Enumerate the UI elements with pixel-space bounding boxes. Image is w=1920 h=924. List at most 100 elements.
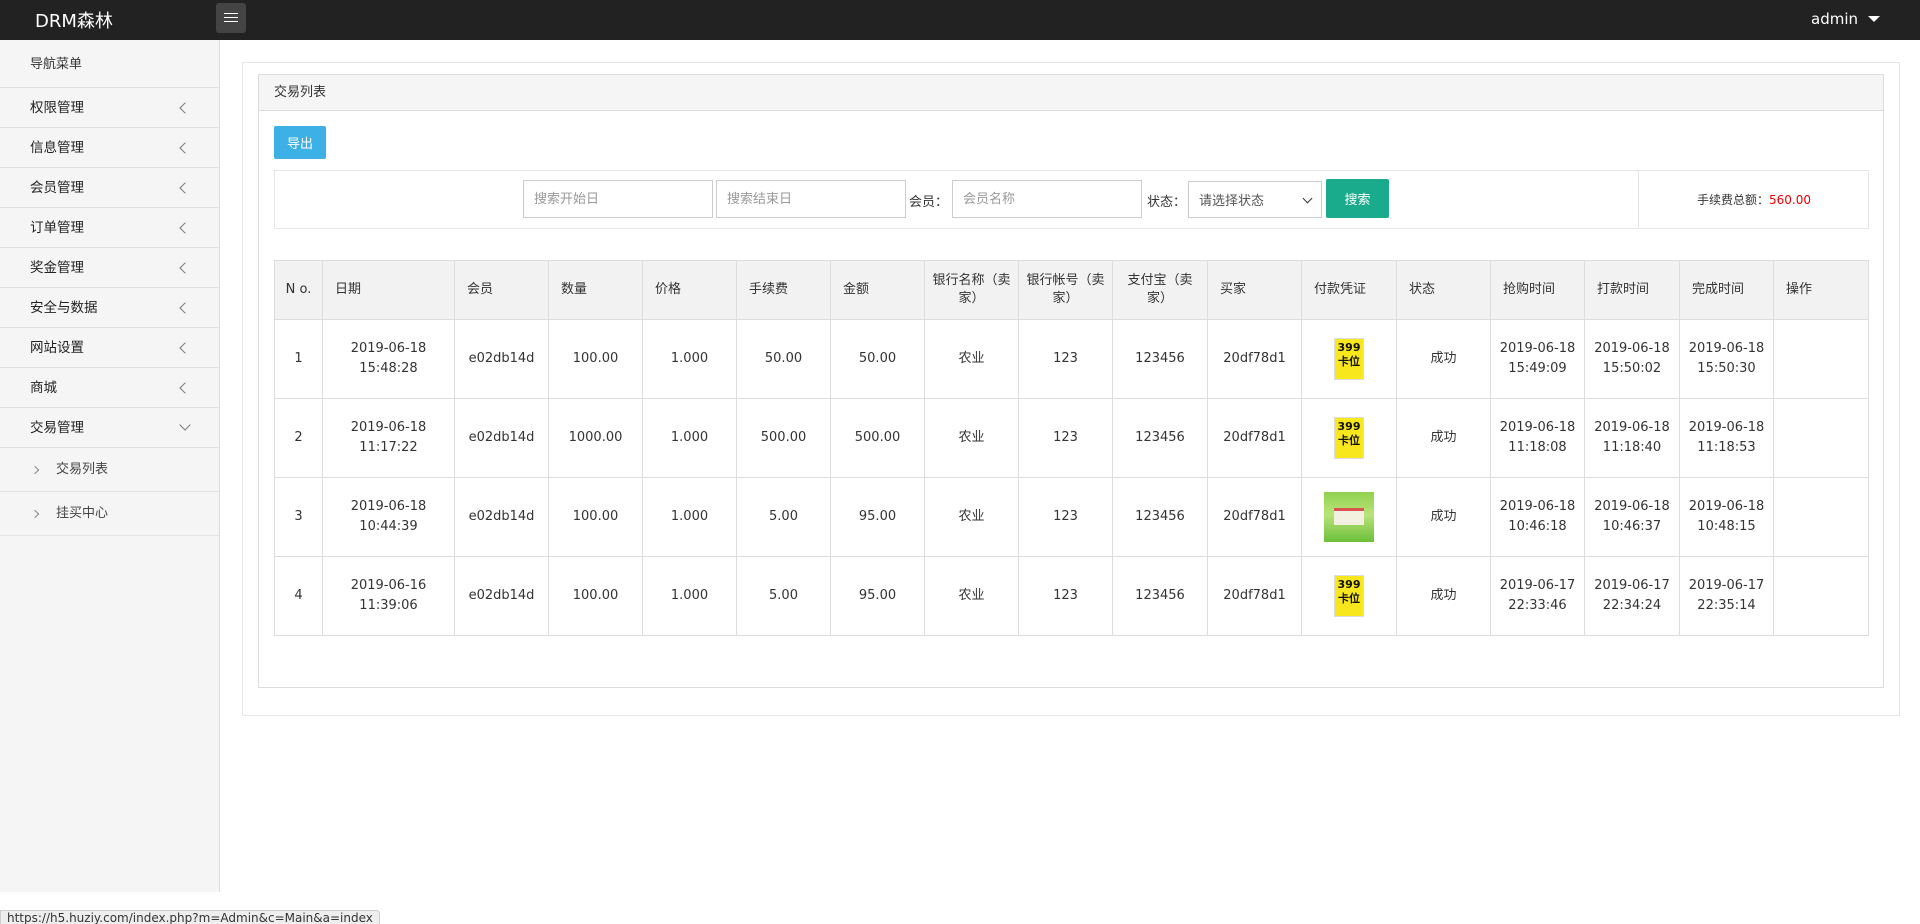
cell-amount: 95.00 bbox=[830, 477, 925, 557]
sidebar-item-shop[interactable]: 商城 bbox=[0, 368, 219, 408]
cell-alipay: 123456 bbox=[1112, 319, 1208, 399]
user-menu[interactable]: admin bbox=[1811, 10, 1880, 28]
cell-status: 成功 bbox=[1396, 556, 1491, 636]
cell-account: 123 bbox=[1018, 556, 1113, 636]
cell-quantity: 100.00 bbox=[548, 556, 643, 636]
brand-title[interactable]: DRM森林 bbox=[35, 7, 113, 33]
col-header-pay-time: 打款时间 bbox=[1584, 260, 1680, 320]
payment-voucher-image[interactable]: 399 卡位 bbox=[1334, 575, 1364, 617]
cell-no: 2 bbox=[274, 398, 323, 478]
cell-buyer: 20df78d1 bbox=[1207, 556, 1302, 636]
cell-quantity: 100.00 bbox=[548, 319, 643, 399]
col-header-grab-time: 抢购时间 bbox=[1490, 260, 1585, 320]
cell-actions bbox=[1773, 319, 1869, 399]
table-row: 1 2019-06-18 15:48:28 e02db14d 100.00 1.… bbox=[274, 319, 1869, 399]
sidebar-item-bonus[interactable]: 奖金管理 bbox=[0, 248, 219, 288]
table-header-row: N o. 日期 会员 数量 价格 手续费 金额 银行名称（卖家） 银行帐号（卖家… bbox=[274, 260, 1869, 320]
status-select-value: 请选择状态 bbox=[1199, 194, 1265, 209]
col-header-actions: 操作 bbox=[1773, 260, 1869, 320]
payment-voucher-image[interactable]: 399 卡位 bbox=[1334, 338, 1364, 380]
cell-fee: 5.00 bbox=[736, 556, 831, 636]
member-name-input[interactable] bbox=[952, 180, 1142, 218]
cell-account: 123 bbox=[1018, 477, 1113, 557]
end-date-input[interactable] bbox=[716, 180, 906, 218]
sidebar-item-members[interactable]: 会员管理 bbox=[0, 168, 219, 208]
sidebar-subitem-label: 挂买中心 bbox=[56, 506, 109, 521]
cell-buyer: 20df78d1 bbox=[1207, 319, 1302, 399]
sidebar-subitem-buy-center[interactable]: 挂买中心 bbox=[0, 492, 219, 536]
col-header-amount: 金额 bbox=[830, 260, 925, 320]
cell-grab-time: 2019-06-18 15:49:09 bbox=[1490, 319, 1585, 399]
sidebar-item-label: 网站设置 bbox=[30, 340, 84, 356]
cell-fee: 50.00 bbox=[736, 319, 831, 399]
cell-date: 2019-06-18 15:48:28 bbox=[322, 319, 455, 399]
col-header-account: 银行帐号（卖家） bbox=[1018, 260, 1113, 320]
sidebar-item-label: 权限管理 bbox=[30, 100, 84, 116]
table-row: 3 2019-06-18 10:44:39 e02db14d 100.00 1.… bbox=[274, 477, 1869, 557]
payment-voucher-image[interactable]: 399 卡位 bbox=[1334, 417, 1364, 459]
fee-total-value: 560.00 bbox=[1769, 192, 1811, 207]
chevron-left-icon bbox=[179, 262, 191, 274]
cell-date: 2019-06-18 11:17:22 bbox=[322, 398, 455, 478]
sidebar-item-permissions[interactable]: 权限管理 bbox=[0, 88, 219, 128]
cell-buyer: 20df78d1 bbox=[1207, 398, 1302, 478]
col-header-voucher: 付款凭证 bbox=[1301, 260, 1397, 320]
sidebar-item-trades[interactable]: 交易管理 bbox=[0, 408, 219, 448]
col-header-member: 会员 bbox=[454, 260, 549, 320]
cell-bank: 农业 bbox=[924, 319, 1019, 399]
col-header-buyer: 买家 bbox=[1207, 260, 1302, 320]
cell-pay-time: 2019-06-18 11:18:40 bbox=[1584, 398, 1680, 478]
col-header-date: 日期 bbox=[322, 260, 455, 320]
cell-member: e02db14d bbox=[454, 398, 549, 478]
sidebar-item-security[interactable]: 安全与数据 bbox=[0, 288, 219, 328]
sidebar-item-settings[interactable]: 网站设置 bbox=[0, 328, 219, 368]
sidebar-subitem-trade-list[interactable]: 交易列表 bbox=[0, 448, 219, 492]
cell-pay-time: 2019-06-17 22:34:24 bbox=[1584, 556, 1680, 636]
cell-done-time: 2019-06-18 11:18:53 bbox=[1679, 398, 1774, 478]
cell-no: 4 bbox=[274, 556, 323, 636]
start-date-input[interactable] bbox=[523, 180, 713, 218]
sidebar-item-label: 商城 bbox=[30, 380, 57, 396]
cell-alipay: 123456 bbox=[1112, 398, 1208, 478]
col-header-price: 价格 bbox=[642, 260, 737, 320]
chevron-down-icon bbox=[179, 419, 191, 431]
chevron-left-icon bbox=[179, 302, 191, 314]
sidebar-item-orders[interactable]: 订单管理 bbox=[0, 208, 219, 248]
cell-alipay: 123456 bbox=[1112, 477, 1208, 557]
col-header-alipay: 支付宝（卖家） bbox=[1112, 260, 1208, 320]
search-button[interactable]: 搜索 bbox=[1326, 179, 1389, 218]
caret-down-icon bbox=[1868, 16, 1880, 22]
sidebar-item-info[interactable]: 信息管理 bbox=[0, 128, 219, 168]
cell-actions bbox=[1773, 477, 1869, 557]
col-header-no: N o. bbox=[274, 260, 323, 320]
menu-toggle-button[interactable] bbox=[216, 3, 246, 33]
cell-actions bbox=[1773, 398, 1869, 478]
cell-fee: 500.00 bbox=[736, 398, 831, 478]
content-wrapper: 交易列表 导出 会员： 状态： 请选择状态 搜索 手续费总额： 560.00 bbox=[242, 62, 1900, 716]
table-row: 4 2019-06-16 11:39:06 e02db14d 100.00 1.… bbox=[274, 556, 1869, 636]
payment-voucher-photo[interactable] bbox=[1324, 492, 1374, 542]
chevron-left-icon bbox=[179, 182, 191, 194]
sidebar-item-label: 会员管理 bbox=[30, 180, 84, 196]
cell-grab-time: 2019-06-18 10:46:18 bbox=[1490, 477, 1585, 557]
trade-list-panel: 交易列表 导出 会员： 状态： 请选择状态 搜索 手续费总额： 560.00 bbox=[258, 74, 1884, 688]
cell-alipay: 123456 bbox=[1112, 556, 1208, 636]
sidebar-item-label: 交易管理 bbox=[30, 420, 84, 436]
col-header-fee: 手续费 bbox=[736, 260, 831, 320]
cell-status: 成功 bbox=[1396, 319, 1491, 399]
cell-voucher bbox=[1301, 477, 1397, 557]
export-button[interactable]: 导出 bbox=[274, 126, 326, 159]
cell-pay-time: 2019-06-18 15:50:02 bbox=[1584, 319, 1680, 399]
status-select[interactable]: 请选择状态 bbox=[1188, 181, 1322, 218]
cell-no: 3 bbox=[274, 477, 323, 557]
cell-bank: 农业 bbox=[924, 556, 1019, 636]
cell-no: 1 bbox=[274, 319, 323, 399]
chevron-right-icon bbox=[30, 509, 40, 519]
cell-fee: 5.00 bbox=[736, 477, 831, 557]
chevron-left-icon bbox=[179, 142, 191, 154]
fee-total-label: 手续费总额： bbox=[1696, 193, 1769, 207]
sidebar-header: 导航菜单 bbox=[0, 40, 219, 88]
cell-price: 1.000 bbox=[642, 319, 737, 399]
cell-amount: 500.00 bbox=[830, 398, 925, 478]
user-name: admin bbox=[1811, 10, 1858, 28]
